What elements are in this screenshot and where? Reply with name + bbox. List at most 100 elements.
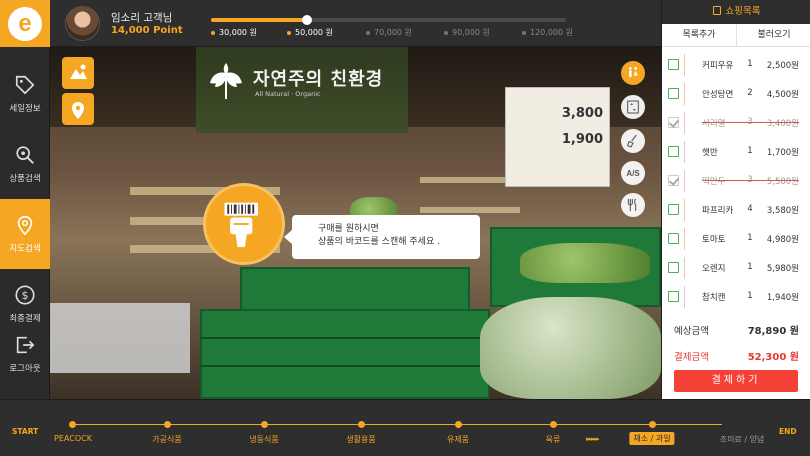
item-name: 서리얼	[702, 119, 726, 129]
map-view-button[interactable]	[62, 57, 94, 89]
vegetable-pile	[520, 243, 650, 283]
tier-label: 50,000 원	[295, 28, 333, 37]
list-item[interactable]: 떡만두35,500원	[662, 166, 810, 195]
list-item[interactable]: 커피우유 1 2,500원	[662, 50, 810, 79]
item-price: 1,700원	[766, 148, 799, 158]
paid-total-value: 52,300 원	[747, 352, 799, 363]
tier-dot	[366, 30, 370, 35]
item-price: 5,500원	[766, 177, 799, 187]
route-stop-6[interactable]: 육류	[546, 434, 561, 445]
restaurant-button[interactable]	[621, 193, 645, 217]
item-divider	[684, 83, 685, 105]
route-stop-5[interactable]: 유제품	[447, 434, 469, 445]
list-item[interactable]: 서리얼33,400원	[662, 108, 810, 137]
sidebar: 세일정보 상품검색 지도검색 $ 최종결제 로그아웃	[0, 47, 50, 399]
list-item[interactable]: 토마토 1 4,980원	[662, 224, 810, 253]
produce-crate	[200, 309, 490, 399]
route-stop-3[interactable]: 냉동식품	[249, 434, 278, 445]
item-checkbox[interactable]	[668, 291, 679, 302]
item-price: 3,400원	[766, 119, 799, 129]
route-stop-dot	[163, 421, 171, 428]
item-divider	[684, 257, 685, 279]
top-bar: e 임소리 고객님 14,000 Point 30,000 원 50,000 원…	[0, 0, 661, 47]
item-divider	[684, 199, 685, 221]
item-name: 참치캔	[702, 293, 726, 303]
tier-3: 70,000 원	[366, 27, 412, 38]
broom-icon	[627, 134, 637, 148]
item-checkbox[interactable]	[668, 146, 679, 157]
sidebar-item-label: 상품검색	[9, 174, 41, 184]
item-quantity: 1	[747, 59, 753, 69]
tag-icon	[15, 75, 35, 95]
as-service-button[interactable]: A/S	[621, 161, 645, 185]
svg-text:$: $	[22, 289, 29, 302]
item-name: 커피우유	[702, 61, 734, 71]
user-name: 임소리 고객님	[111, 12, 173, 24]
expected-total-value: 78,890 원	[747, 326, 799, 337]
tier-label: 90,000 원	[452, 28, 490, 37]
map-icon	[70, 64, 87, 79]
route-end-label: END	[779, 427, 797, 436]
crate-slat	[200, 365, 490, 367]
tier-label: 30,000 원	[219, 28, 257, 37]
tab-load-list[interactable]: 불러오기	[736, 24, 810, 46]
route-stop-dot	[648, 421, 656, 428]
tier-4: 90,000 원	[444, 27, 490, 38]
app-logo[interactable]: e	[0, 0, 50, 47]
tier-label: 70,000 원	[374, 28, 412, 37]
item-checkbox[interactable]	[668, 59, 679, 70]
as-service-label: A/S	[626, 168, 640, 178]
route-stop-2[interactable]: 가공식품	[152, 434, 181, 445]
item-checkbox[interactable]	[668, 88, 679, 99]
item-price: 5,980원	[766, 264, 799, 274]
avatar[interactable]	[65, 6, 100, 41]
tier-dot	[287, 30, 291, 35]
item-checkbox[interactable]	[668, 262, 679, 273]
expected-total: 예상금액 78,890 원	[662, 316, 810, 342]
item-price: 4,980원	[766, 235, 799, 245]
item-checkbox[interactable]	[668, 204, 679, 215]
restroom-button[interactable]	[621, 61, 645, 85]
sidebar-item-label: 로그아웃	[9, 364, 41, 374]
display-counter	[50, 303, 190, 373]
sidebar-item-map[interactable]: 지도검색	[0, 199, 50, 269]
item-checkbox[interactable]	[668, 117, 679, 128]
list-item[interactable]: 오렌지 1 5,980원	[662, 253, 810, 282]
elevator-button[interactable]	[621, 95, 645, 119]
route-stop-dot	[68, 421, 76, 428]
route-stop-8[interactable]: 조미료 / 양념	[720, 434, 765, 445]
item-checkbox[interactable]	[668, 233, 679, 244]
restaurant-icon	[627, 198, 637, 211]
list-item[interactable]: 참치캔 1 1,940원	[662, 282, 810, 311]
logo-letter: e	[8, 6, 42, 41]
route-stop-dot	[454, 421, 462, 428]
cucumber-pile	[480, 297, 661, 399]
list-item[interactable]: 파프리카 4 3,580원	[662, 195, 810, 224]
list-item[interactable]: 안성탕면 2 4,500원	[662, 79, 810, 108]
progress-knob	[301, 15, 312, 25]
barcode-scanner-button[interactable]	[203, 183, 285, 265]
item-strikethrough	[702, 180, 799, 181]
sidebar-item-search[interactable]: 상품검색	[0, 129, 50, 199]
item-quantity: 2	[747, 88, 753, 98]
sidebar-item-sale[interactable]: 세일정보	[0, 59, 50, 129]
sidebar-item-logout[interactable]: 로그아웃	[0, 319, 50, 389]
item-checkbox[interactable]	[668, 175, 679, 186]
shopping-list-panel: 쇼핑목록 목록추가 불러오기 커피우유 1 2,500원 안성탕면 2 4,500원 서리얼…	[661, 0, 810, 399]
route-stop-4[interactable]: 생활용품	[346, 434, 375, 445]
route-direction-arrows: ▸▸▸▸▸	[586, 435, 600, 443]
shopping-list-title: 쇼핑목록	[725, 6, 761, 17]
tab-add-list[interactable]: 목록추가	[662, 24, 736, 46]
leaf-icon	[210, 63, 242, 99]
item-quantity: 4	[747, 204, 753, 214]
route-stop-1[interactable]: PEACOCK	[54, 434, 92, 443]
shelf	[420, 207, 520, 213]
pay-button[interactable]: 결제하기	[674, 370, 798, 392]
route-stop-7[interactable]: 채소 / 과일	[629, 432, 675, 445]
list-item[interactable]: 햇반 1 1,700원	[662, 137, 810, 166]
item-divider	[684, 54, 685, 76]
map-pin-icon	[17, 215, 33, 236]
cleaning-button[interactable]	[621, 129, 645, 153]
item-name: 떡만두	[702, 177, 726, 187]
my-location-button[interactable]	[62, 93, 94, 125]
